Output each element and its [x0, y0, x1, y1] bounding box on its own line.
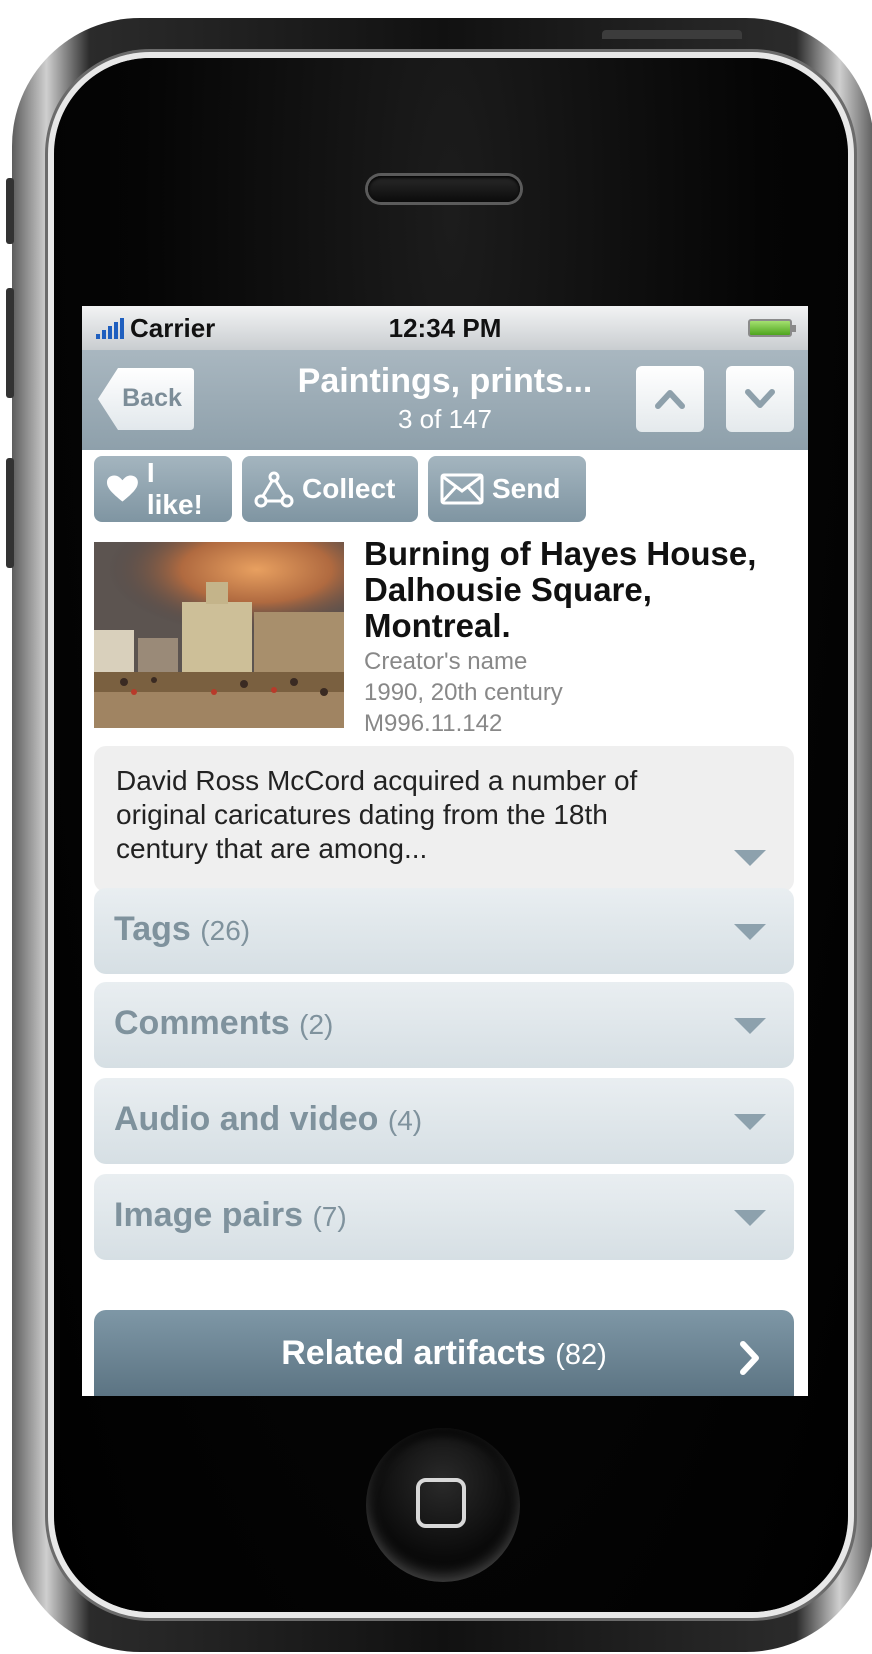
like-label: I like! — [146, 457, 203, 520]
section-title: Tags — [114, 910, 191, 948]
chevron-down-icon — [745, 389, 775, 408]
artifact-title-line: Montreal. — [364, 607, 511, 644]
artifact-title-line: Burning of Hayes House, — [364, 535, 757, 572]
collect-button[interactable]: Collect — [242, 456, 418, 522]
section-label: Tags (26) — [114, 910, 250, 949]
power-button — [602, 30, 742, 39]
battery-icon — [748, 319, 796, 337]
section-image-pairs[interactable]: Image pairs (7) — [94, 1174, 794, 1260]
home-square-icon — [416, 1478, 466, 1528]
mute-switch — [6, 178, 14, 244]
heart-icon — [106, 475, 138, 502]
navigation-bar: Back Paintings, prints... 3 of 147 — [82, 350, 808, 450]
section-tags[interactable]: Tags (26) — [94, 888, 794, 974]
chevron-down-icon — [734, 1114, 766, 1130]
send-button[interactable]: Send — [428, 456, 586, 522]
description-text: David Ross McCord acquired a number of o… — [116, 764, 736, 866]
related-title: Related artifacts — [281, 1334, 546, 1372]
next-item-button[interactable] — [726, 366, 794, 432]
previous-item-button[interactable] — [636, 366, 704, 432]
status-time: 12:34 PM — [388, 312, 502, 343]
section-count: (26) — [200, 915, 251, 946]
volume-up-button — [6, 288, 14, 398]
home-button[interactable] — [366, 1428, 520, 1582]
section-count: (7) — [312, 1201, 347, 1232]
section-label: Comments (2) — [114, 1004, 333, 1043]
section-label: Image pairs (7) — [114, 1196, 347, 1235]
section-title: Comments — [114, 1004, 290, 1042]
artifact-date: 1990, 20th century — [364, 679, 563, 706]
chevron-up-icon — [655, 390, 685, 409]
expand-description-icon[interactable] — [734, 850, 766, 866]
chevron-down-icon — [734, 924, 766, 940]
chevron-down-icon — [734, 1018, 766, 1034]
like-button[interactable]: I like! — [94, 456, 232, 522]
chevron-right-icon — [740, 1341, 759, 1375]
painting-image — [94, 542, 344, 728]
section-comments[interactable]: Comments (2) — [94, 982, 794, 1068]
action-bar: I like! Collect Send — [94, 456, 586, 522]
chevron-down-icon — [734, 1210, 766, 1226]
description-line: century that are among... — [116, 833, 428, 864]
status-bar: Carrier 12:34 PM — [82, 306, 808, 350]
related-artifacts-button[interactable]: Related artifacts (82) — [94, 1310, 794, 1396]
description-line: original caricatures dating from the 18t… — [116, 799, 608, 830]
network-icon — [254, 471, 294, 508]
artifact-creator: Creator's name — [364, 648, 528, 675]
artifact-accession-number: M996.11.142 — [364, 710, 503, 737]
artifact-thumbnail[interactable] — [94, 542, 344, 728]
volume-down-button — [6, 458, 14, 568]
section-count: (4) — [387, 1105, 423, 1136]
section-title: Image pairs — [114, 1196, 303, 1234]
section-label: Audio and video (4) — [114, 1100, 422, 1139]
artifact-title: Burning of Hayes House, Dalhousie Square… — [364, 536, 804, 644]
related-count: (82) — [555, 1339, 607, 1371]
earpiece-speaker — [368, 176, 520, 202]
section-title: Audio and video — [114, 1100, 379, 1138]
description-line: David Ross McCord acquired a number of — [116, 765, 638, 796]
screen: Carrier 12:34 PM Back Paintings, prints.… — [82, 306, 808, 1396]
section-audio-video[interactable]: Audio and video (4) — [94, 1078, 794, 1164]
collect-label: Collect — [302, 473, 396, 504]
description-panel[interactable]: David Ross McCord acquired a number of o… — [94, 746, 794, 892]
related-label: Related artifacts (82) — [94, 1334, 794, 1373]
send-label: Send — [492, 473, 561, 504]
section-count: (2) — [299, 1009, 334, 1040]
artifact-title-line: Dalhousie Square, — [364, 571, 652, 608]
envelope-icon — [440, 473, 484, 505]
